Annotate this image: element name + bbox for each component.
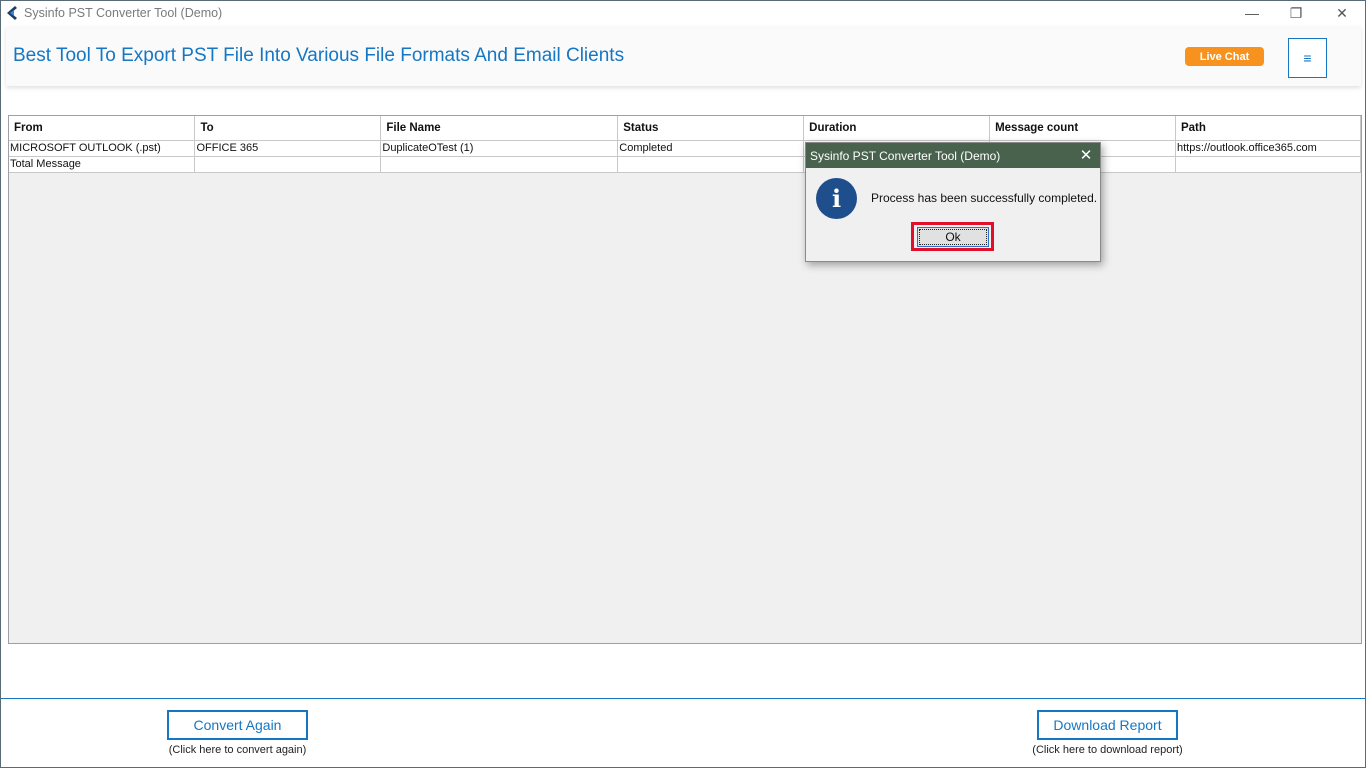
app-logo-icon — [7, 6, 17, 20]
hamburger-menu-icon: ≡ — [1303, 50, 1312, 66]
results-table: From To File Name Status Duration Messag… — [9, 116, 1362, 173]
table-header-row: From To File Name Status Duration Messag… — [9, 116, 1362, 141]
column-header-status[interactable]: Status — [617, 116, 805, 141]
app-window: Sysinfo PST Converter Tool (Demo) — ❐ ✕ … — [0, 0, 1366, 768]
table-row[interactable]: MICROSOFT OUTLOOK (.pst) OFFICE 365 Dupl… — [9, 140, 1362, 157]
cell-total-label: Total Message — [9, 156, 196, 173]
dialog-title-bar[interactable]: Sysinfo PST Converter Tool (Demo) ✕ — [806, 143, 1100, 168]
column-header-message-count[interactable]: Message count — [989, 116, 1176, 141]
results-grid: From To File Name Status Duration Messag… — [8, 115, 1362, 644]
close-window-button[interactable]: ✕ — [1319, 1, 1365, 25]
dialog-message: Process has been successfully completed. — [871, 191, 1098, 205]
banner-title: Best Tool To Export PST File Into Variou… — [13, 45, 625, 66]
header-banner: Best Tool To Export PST File Into Variou… — [6, 26, 1361, 86]
cell-file-name: DuplicateOTest (1) — [380, 140, 619, 157]
window-title: Sysinfo PST Converter Tool (Demo) — [24, 6, 223, 20]
download-report-hint: (Click here to download report) — [1032, 744, 1183, 756]
cell-from: MICROSOFT OUTLOOK (.pst) — [9, 140, 196, 157]
column-header-to[interactable]: To — [194, 116, 382, 141]
column-header-duration[interactable]: Duration — [803, 116, 991, 141]
menu-button[interactable]: ≡ — [1288, 38, 1327, 78]
footer-divider — [1, 698, 1365, 699]
cell-path: https://outlook.office365.com — [1175, 140, 1362, 157]
restore-button[interactable]: ❐ — [1273, 1, 1319, 25]
cell-status: Completed — [617, 140, 805, 157]
cell-empty — [194, 156, 382, 173]
completion-dialog: Sysinfo PST Converter Tool (Demo) ✕ i Pr… — [805, 142, 1101, 262]
cell-empty — [1175, 156, 1362, 173]
cell-empty — [380, 156, 619, 173]
dialog-title: Sysinfo PST Converter Tool (Demo) — [810, 149, 1001, 163]
minimize-button[interactable]: — — [1229, 1, 1275, 25]
ok-button[interactable]: Ok — [917, 227, 989, 247]
column-header-file-name[interactable]: File Name — [380, 116, 619, 141]
info-icon: i — [816, 178, 857, 219]
column-header-from[interactable]: From — [9, 116, 196, 141]
download-report-button[interactable]: Download Report — [1037, 710, 1178, 740]
live-chat-button[interactable]: Live Chat — [1185, 47, 1264, 66]
dialog-close-icon[interactable]: ✕ — [1074, 145, 1098, 165]
column-header-path[interactable]: Path — [1175, 116, 1362, 141]
cell-to: OFFICE 365 — [194, 140, 382, 157]
table-row-total[interactable]: Total Message — [9, 156, 1362, 173]
convert-again-hint: (Click here to convert again) — [168, 744, 307, 756]
convert-again-button[interactable]: Convert Again — [167, 710, 308, 740]
cell-empty — [617, 156, 805, 173]
title-bar: Sysinfo PST Converter Tool (Demo) — ❐ ✕ — [1, 1, 1365, 25]
